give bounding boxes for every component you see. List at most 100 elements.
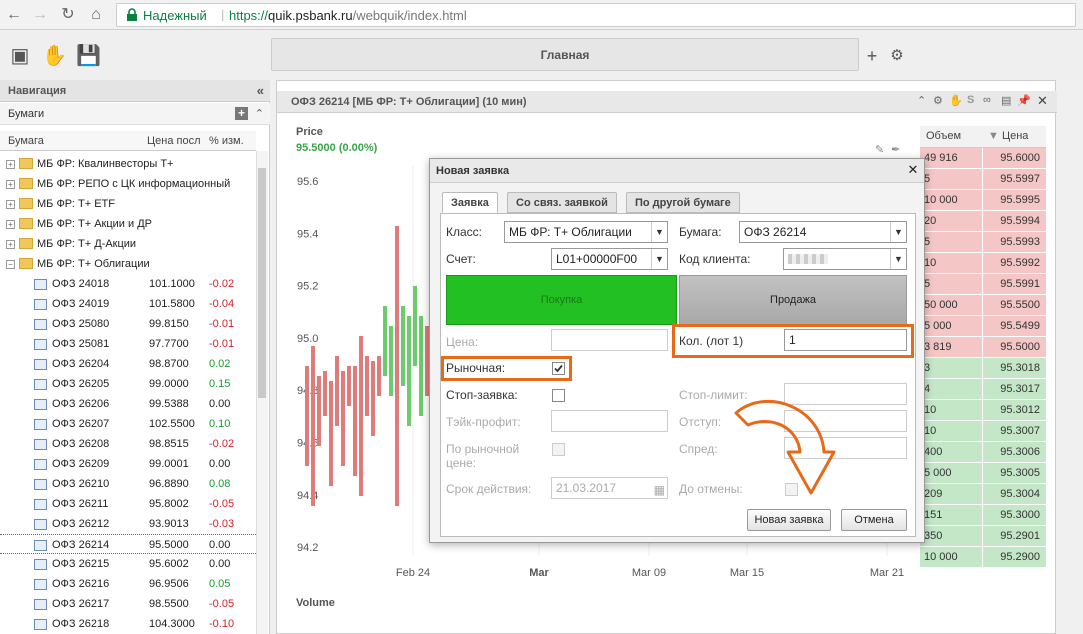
orderbook-row[interactable]: 10 000 95.2900 xyxy=(920,547,1046,568)
expiry-date-input[interactable]: 21.03.2017 ▦ xyxy=(551,477,668,499)
buy-button[interactable]: Покупка xyxy=(446,275,677,325)
tree-group-2[interactable]: + МБ ФР: Т+ ETF xyxy=(0,194,256,214)
bond-row[interactable]: ОФЗ 25081 97.7700 -0.01 xyxy=(0,334,256,354)
orderbook-row[interactable]: 209 95.3004 xyxy=(920,484,1046,505)
sell-button[interactable]: Продажа xyxy=(679,275,907,325)
add-window-icon[interactable]: ▣ xyxy=(8,44,32,68)
security-select[interactable]: ОФЗ 26214 ▼ xyxy=(739,221,907,243)
bond-row[interactable]: ОФЗ 26208 98.8515 -0.02 xyxy=(0,434,256,454)
tab-main[interactable]: Главная xyxy=(271,38,859,71)
orderbook-row[interactable]: 5 95.5993 xyxy=(920,232,1046,253)
expand-icon[interactable]: + xyxy=(6,239,15,249)
tab-other-security[interactable]: По другой бумаге xyxy=(626,192,740,213)
orderbook-row[interactable]: 10 95.5992 xyxy=(920,253,1046,274)
orderbook-row[interactable]: 5 000 95.3005 xyxy=(920,463,1046,484)
home-icon[interactable]: ⌂ xyxy=(86,5,106,25)
bond-row[interactable]: ОФЗ 26209 99.0001 0.00 xyxy=(0,454,256,474)
bond-row[interactable]: ОФЗ 26214 95.5000 0.00 xyxy=(0,534,256,554)
add-tab-icon[interactable]: + xyxy=(860,44,884,68)
bond-row[interactable]: ОФЗ 24019 101.5800 -0.04 xyxy=(0,294,256,314)
bond-row[interactable]: ОФЗ 26215 95.6002 0.00 xyxy=(0,554,256,574)
chart-settings-icon[interactable]: ⚙ xyxy=(933,94,943,107)
expand-icon[interactable]: + xyxy=(6,199,15,209)
orderbook-row[interactable]: 50 000 95.5500 xyxy=(920,295,1046,316)
bond-row[interactable]: ОФЗ 24018 101.1000 -0.02 xyxy=(0,274,256,294)
orderbook-col-price[interactable]: ▼ Цена xyxy=(988,130,1028,142)
back-icon[interactable]: ← xyxy=(4,5,24,25)
bond-row[interactable]: ОФЗ 26212 93.9013 -0.03 xyxy=(0,514,256,534)
orderbook-row[interactable]: 5 95.5997 xyxy=(920,169,1046,190)
settings-gear-icon[interactable]: ⚙ xyxy=(885,44,909,68)
draw-tool-icon[interactable]: ✎ xyxy=(875,143,884,156)
price-input[interactable] xyxy=(551,329,668,351)
collapse-panel-icon[interactable]: « xyxy=(257,80,264,102)
cancel-button[interactable]: Отмена xyxy=(841,509,907,531)
bond-row[interactable]: ОФЗ 26217 98.5500 -0.05 xyxy=(0,594,256,614)
bond-row[interactable]: ОФЗ 26216 96.9506 0.05 xyxy=(0,574,256,594)
class-select[interactable]: МБ ФР: Т+ Облигации ▼ xyxy=(504,221,668,243)
orderbook-row[interactable]: 350 95.2901 xyxy=(920,526,1046,547)
col-security[interactable]: Бумага xyxy=(8,131,44,151)
expand-icon[interactable]: + xyxy=(6,159,15,169)
client-code-select[interactable]: ▼ xyxy=(783,248,907,270)
orderbook-row[interactable]: 5 000 95.5499 xyxy=(920,316,1046,337)
chart-close-icon[interactable]: ✕ xyxy=(1037,93,1048,109)
expand-icon[interactable]: + xyxy=(6,219,15,229)
expand-icon[interactable]: + xyxy=(6,179,15,189)
collapse-section-icon[interactable]: ⌃ xyxy=(255,103,264,125)
eraser-icon[interactable]: ✒ xyxy=(891,143,900,156)
tree-group-1[interactable]: + МБ ФР: РЕПО с ЦК информационный xyxy=(0,174,256,194)
bond-row[interactable]: ОФЗ 26210 96.8890 0.08 xyxy=(0,474,256,494)
tree-group-0[interactable]: + МБ ФР: Квалинвесторы Т+ xyxy=(0,154,256,174)
account-select[interactable]: L01+00000F00 ▼ xyxy=(551,248,668,270)
forward-icon[interactable]: → xyxy=(30,5,50,25)
orderbook-row[interactable]: 3 95.3018 xyxy=(920,358,1046,379)
chart-hand-icon[interactable]: ✋ xyxy=(949,94,963,107)
bond-row[interactable]: ОФЗ 26218 104.3000 -0.10 xyxy=(0,614,256,634)
orderbook-row[interactable]: 10 95.3012 xyxy=(920,400,1046,421)
orderbook-row[interactable]: 3 819 95.5000 xyxy=(920,337,1046,358)
chart-link-icon[interactable]: ∞ xyxy=(983,94,991,106)
take-profit-input[interactable] xyxy=(551,410,668,432)
tab-linked-order[interactable]: Со связ. заявкой xyxy=(507,192,617,213)
collapse-chart-icon[interactable]: ⌃ xyxy=(917,94,926,107)
orderbook-row[interactable]: 151 95.3000 xyxy=(920,505,1046,526)
market-checkbox[interactable] xyxy=(552,362,565,375)
by-market-price-checkbox[interactable] xyxy=(552,443,565,456)
address-bar[interactable]: Надежный | https://quik.psbank.ru/webqui… xyxy=(116,3,1076,27)
tree-group-5[interactable]: − МБ ФР: Т+ Облигации xyxy=(0,254,256,274)
col-last-price[interactable]: Цена посл xyxy=(147,131,201,151)
col-change[interactable]: % изм. xyxy=(209,131,244,151)
hand-icon[interactable]: ✋ xyxy=(42,44,67,68)
bond-row[interactable]: ОФЗ 25080 99.8150 -0.01 xyxy=(0,314,256,334)
url-text[interactable]: https://quik.psbank.ru/webquik/index.htm… xyxy=(229,8,467,23)
tree-group-3[interactable]: + МБ ФР: Т+ Акции и ДР xyxy=(0,214,256,234)
navigation-scroll-thumb[interactable] xyxy=(258,168,266,398)
bond-row[interactable]: ОФЗ 26204 98.8700 0.02 xyxy=(0,354,256,374)
orderbook-row[interactable]: 20 95.5994 xyxy=(920,211,1046,232)
calendar-icon[interactable]: ▦ xyxy=(654,480,665,500)
bond-row[interactable]: ОФЗ 26206 99.5388 0.00 xyxy=(0,394,256,414)
chart-export-icon[interactable]: ▤ xyxy=(1001,94,1011,107)
orderbook-row[interactable]: 400 95.3006 xyxy=(920,442,1046,463)
reload-icon[interactable]: ↻ xyxy=(58,5,78,25)
add-security-icon[interactable]: + xyxy=(235,107,248,120)
quantity-input[interactable]: 1 xyxy=(784,329,907,351)
chart-s-icon[interactable]: S xyxy=(967,94,974,106)
chart-pin-icon[interactable]: 📌 xyxy=(1017,94,1031,107)
collapse-icon[interactable]: − xyxy=(6,259,15,269)
dialog-close-icon[interactable]: ✕ xyxy=(906,163,920,177)
tree-group-4[interactable]: + МБ ФР: Т+ Д-Акции xyxy=(0,234,256,254)
orderbook-row[interactable]: 5 95.5991 xyxy=(920,274,1046,295)
bond-row[interactable]: ОФЗ 26211 95.8002 -0.05 xyxy=(0,494,256,514)
stop-order-checkbox[interactable] xyxy=(552,389,565,402)
orderbook-row[interactable]: 4 95.3017 xyxy=(920,379,1046,400)
orderbook-row[interactable]: 10 000 95.5995 xyxy=(920,190,1046,211)
orderbook-col-volume[interactable]: Объем xyxy=(926,130,961,142)
bond-row[interactable]: ОФЗ 26207 102.5500 0.10 xyxy=(0,414,256,434)
orderbook-row[interactable]: 10 95.3007 xyxy=(920,421,1046,442)
orderbook-row[interactable]: 49 916 95.6000 xyxy=(920,148,1046,169)
tab-order[interactable]: Заявка xyxy=(442,192,498,213)
save-icon[interactable]: 💾 xyxy=(76,44,101,68)
bond-row[interactable]: ОФЗ 26205 99.0000 0.15 xyxy=(0,374,256,394)
